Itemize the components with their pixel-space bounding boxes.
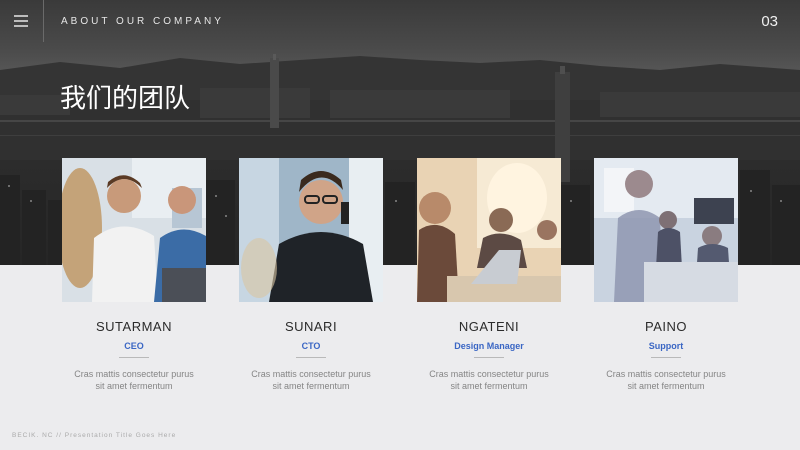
divider xyxy=(296,357,326,358)
hamburger-menu-icon[interactable] xyxy=(14,15,28,27)
member-role: Design Manager xyxy=(454,341,524,351)
description-line: sit amet fermentum xyxy=(627,381,705,391)
member-role: CTO xyxy=(301,341,321,351)
section-title: 我们的团队 xyxy=(60,84,191,114)
header-title: ABOUT OUR COMPANY xyxy=(61,16,224,27)
footer-text: BECIK. NC // Presentation Title Goes Her… xyxy=(12,432,177,439)
member-name: SUTARMAN xyxy=(96,319,172,334)
team-card-ngateni: NGATENI Design Manager Cras mattis conse… xyxy=(417,158,561,392)
team-photo xyxy=(594,158,738,302)
divider xyxy=(119,357,149,358)
member-name: PAINO xyxy=(645,319,687,334)
description-line: Cras mattis consectetur purus xyxy=(74,369,194,379)
description-line: sit amet fermentum xyxy=(450,381,528,391)
divider xyxy=(474,357,504,358)
header-divider xyxy=(43,0,44,42)
page-number: 03 xyxy=(761,13,778,30)
description-line: Cras mattis consectetur purus xyxy=(606,369,726,379)
team-card-sutarman: SUTARMAN CEO Cras mattis consectetur pur… xyxy=(62,158,206,392)
description-line: sit amet fermentum xyxy=(95,381,173,391)
member-role: Support xyxy=(648,341,684,351)
member-description: Cras mattis consectetur purus sit amet f… xyxy=(417,368,561,392)
member-description: Cras mattis consectetur purus sit amet f… xyxy=(62,368,206,392)
team-card-sunari: SUNARI CTO Cras mattis consectetur purus… xyxy=(239,158,383,392)
divider xyxy=(651,357,681,358)
member-name: SUNARI xyxy=(284,319,338,334)
description-line: Cras mattis consectetur purus xyxy=(429,369,549,379)
member-description: Cras mattis consectetur purus sit amet f… xyxy=(239,368,383,392)
description-line: Cras mattis consectetur purus xyxy=(251,369,371,379)
team-photo xyxy=(417,158,561,302)
team-card-paino: PAINO Support Cras mattis consectetur pu… xyxy=(594,158,738,392)
member-role: CEO xyxy=(124,341,144,351)
team-photo xyxy=(62,158,206,302)
team-photo xyxy=(239,158,383,302)
member-description: Cras mattis consectetur purus sit amet f… xyxy=(594,368,738,392)
description-line: sit amet fermentum xyxy=(272,381,350,391)
member-name: NGATENI xyxy=(458,319,520,334)
slide: ABOUT OUR COMPANY 03 我们的团队 SUTARMAN CEO … xyxy=(0,0,800,450)
